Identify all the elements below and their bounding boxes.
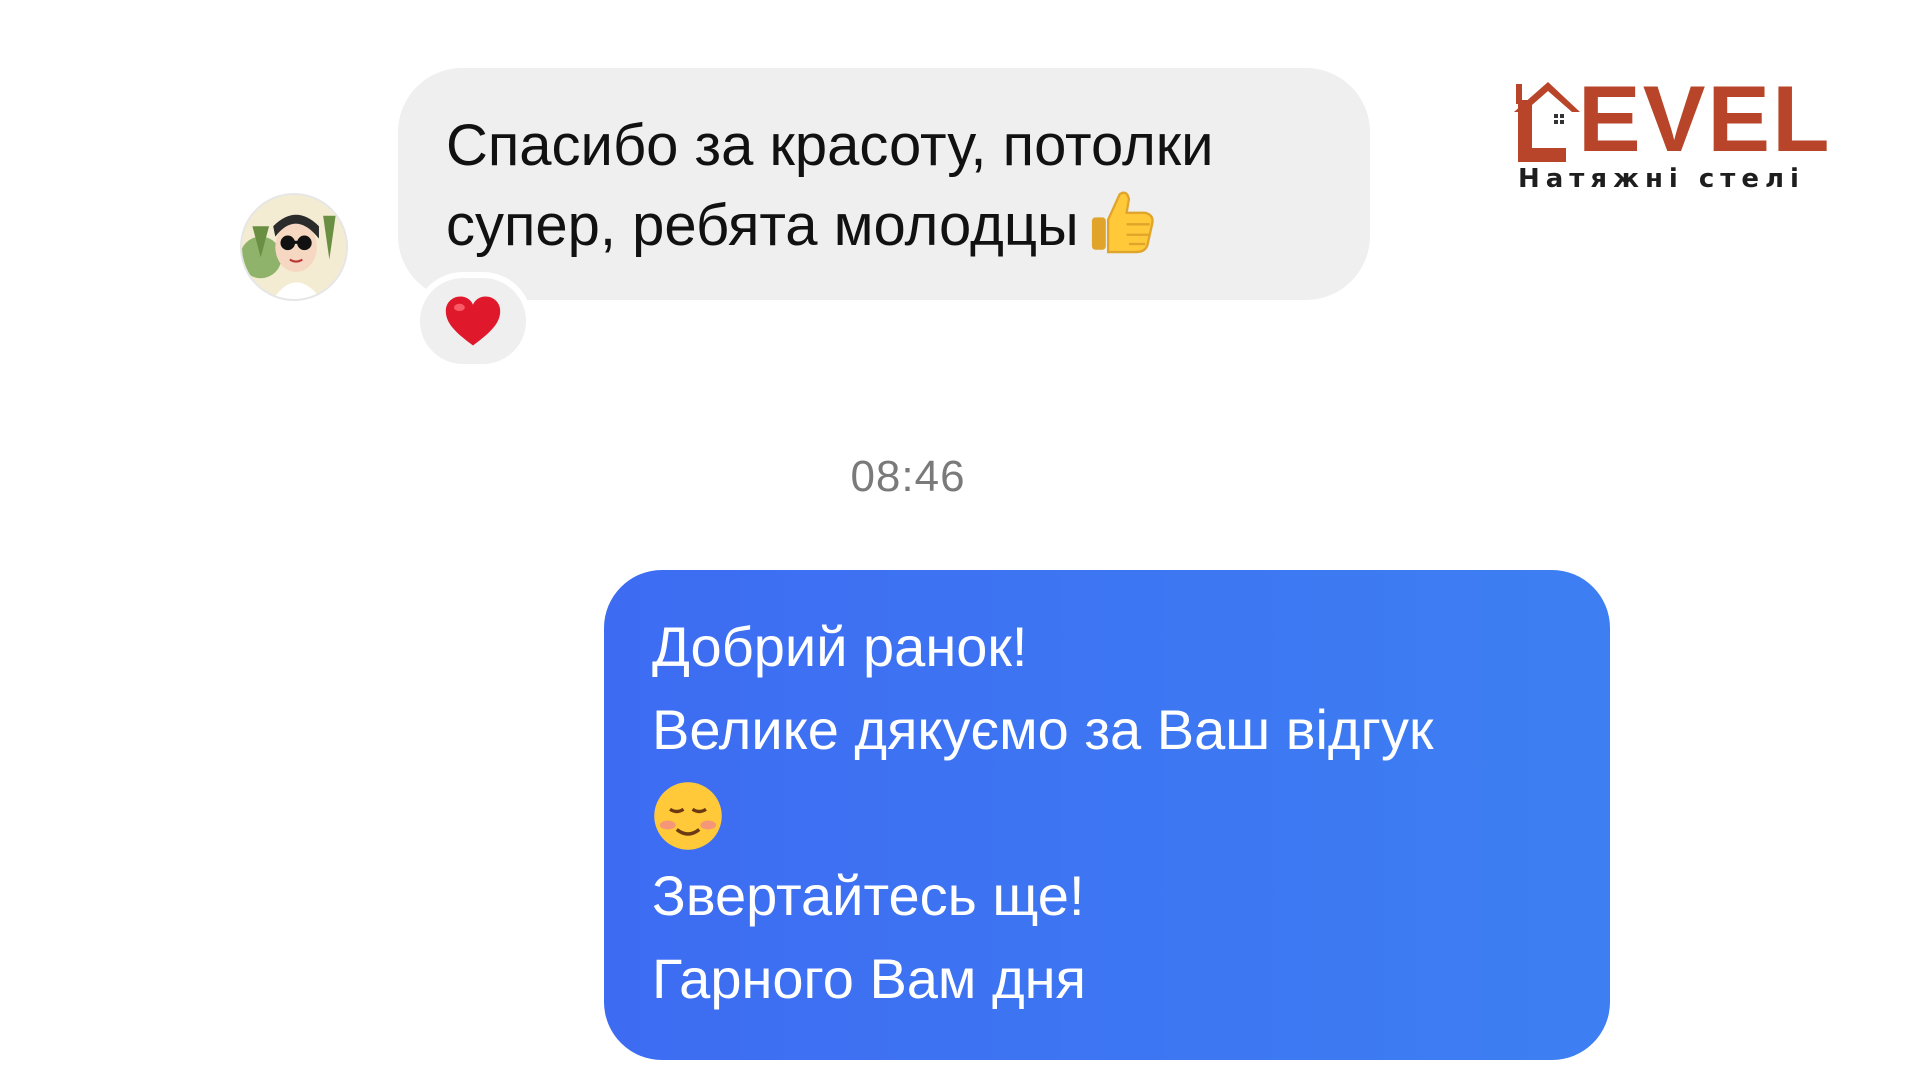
outgoing-message-line-4: Гарного Вам дня	[652, 947, 1086, 1010]
outgoing-message-line-3: Звертайтесь ще!	[652, 864, 1085, 927]
red-heart-icon	[445, 296, 501, 346]
house-icon	[1514, 82, 1580, 162]
incoming-message-line-2-text: супер, ребята молодцы	[446, 193, 1079, 258]
smiling-face-line	[652, 780, 1562, 863]
thumbs-up-icon	[1085, 185, 1159, 279]
outgoing-message-bubble[interactable]: Добрий ранок! Велике дякуємо за Ваш відг…	[604, 570, 1610, 1060]
incoming-message-line-1: Спасибо за красоту, потолки	[446, 113, 1214, 178]
incoming-message-line-2: супер, ребята молодцы	[446, 185, 1322, 279]
logo-tagline: Натяжні стелі	[1518, 164, 1805, 194]
outgoing-message-line-2: Велике дякуємо за Ваш відгук	[652, 698, 1434, 761]
contact-avatar[interactable]	[240, 193, 348, 301]
smiling-face-icon	[654, 782, 722, 850]
level-logo: EVEL Натяжні стелі	[1512, 66, 1842, 200]
logo-text: EVEL	[1578, 66, 1832, 171]
outgoing-message-line-1: Добрий ранок!	[652, 615, 1028, 678]
heart-reaction-badge[interactable]	[414, 272, 532, 370]
avatar-illustration-icon	[242, 195, 346, 299]
incoming-message-bubble[interactable]: Спасибо за красоту, потолки супер, ребят…	[398, 68, 1370, 300]
message-timestamp: 08:46	[850, 452, 966, 501]
logo-wordmark: EVEL	[1512, 66, 1832, 171]
